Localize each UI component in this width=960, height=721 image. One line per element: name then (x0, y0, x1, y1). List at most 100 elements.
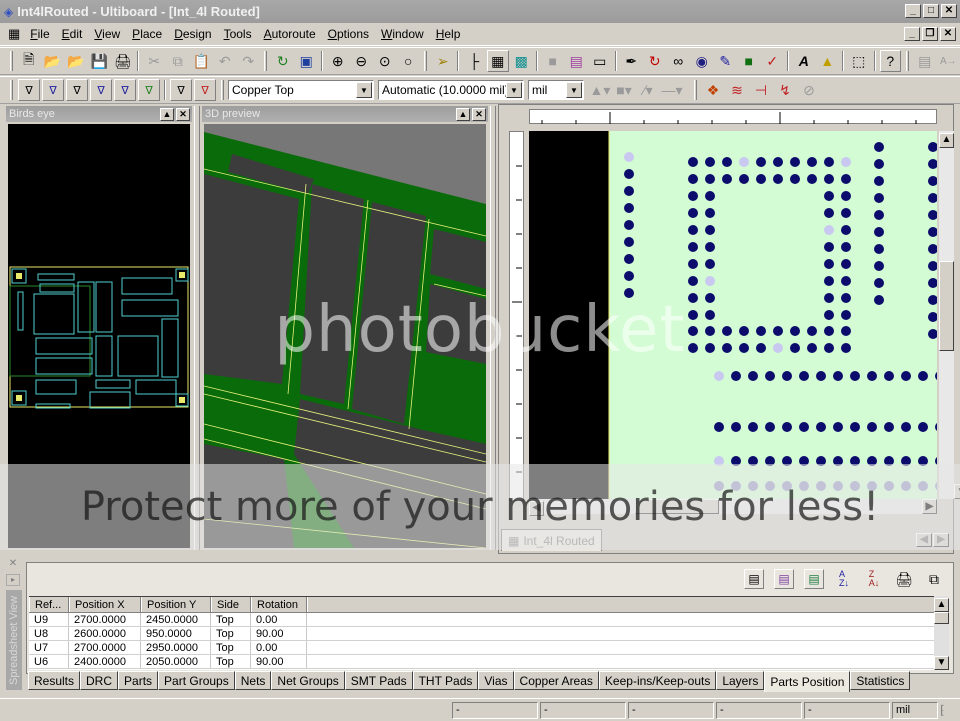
filter-traces-icon[interactable]: ∇ (42, 79, 64, 101)
scroll-down-button[interactable]: ▼ (954, 484, 960, 499)
panel-close-button[interactable]: ✕ (472, 107, 486, 121)
menu-design[interactable]: Design (168, 27, 217, 41)
copy-icon[interactable]: ⧉ (167, 50, 189, 72)
toolbar-grip[interactable] (906, 51, 910, 71)
connection-icon[interactable]: ◉ (691, 50, 713, 72)
toolbar-grip[interactable] (10, 80, 13, 100)
filter-shapes-icon[interactable]: ∇ (194, 79, 216, 101)
hierarchy-icon[interactable]: ├ (463, 50, 485, 72)
draw-line-icon[interactable]: ✒ (621, 50, 643, 72)
layer-select[interactable]: Copper Top ▼ (228, 80, 374, 100)
horizontal-scrollbar[interactable]: ◀ ▶ (529, 499, 937, 516)
print-icon[interactable]: 🖨 (112, 50, 134, 72)
align-icon[interactable]: ▤ (914, 50, 936, 72)
grid-scrollbar[interactable]: ▲ ▼ (934, 596, 949, 670)
filter-smt-icon[interactable]: ∇ (114, 79, 136, 101)
resize-grip-icon[interactable]: ⁅ (940, 703, 945, 717)
refresh-icon[interactable]: ↻ (272, 50, 294, 72)
export-csv-icon[interactable]: ▤ (774, 569, 794, 589)
document-icon[interactable]: ▦ (8, 26, 20, 42)
zoom-out-icon[interactable]: ⊖ (350, 50, 372, 72)
filter-copper-icon[interactable]: ∇ (66, 79, 88, 101)
part-wizard-icon[interactable]: ■ (542, 50, 564, 72)
table-row[interactable]: U7 2700.0000 2950.0000 Top 0.00 (29, 641, 935, 655)
toolbar-grip[interactable] (10, 51, 13, 71)
panel-dock-button[interactable]: ▲ (160, 107, 174, 121)
menu-place[interactable]: Place (126, 27, 168, 41)
copper-area-icon[interactable]: ■ (738, 50, 760, 72)
minimize-button[interactable]: _ (905, 4, 921, 18)
place-part-icon[interactable]: ▭ (589, 50, 611, 72)
menu-view[interactable]: View (88, 27, 126, 41)
component-icon[interactable]: ▩ (511, 50, 533, 72)
menu-file[interactable]: File (24, 27, 55, 41)
scrollbar-thumb[interactable] (939, 261, 954, 351)
mdi-close-button[interactable]: ✕ (940, 27, 956, 41)
table-row[interactable]: U6 2400.0000 2050.0000 Top 90.00 (29, 655, 935, 669)
ratsnest-icon[interactable]: ✓ (762, 50, 784, 72)
cut-icon[interactable]: ✂ (143, 50, 165, 72)
close-icon[interactable]: ✕ (6, 558, 20, 570)
scroll-up-button[interactable]: ▲ (934, 598, 949, 612)
scroll-left-button[interactable]: ◀ (529, 500, 544, 516)
tab-tht-pads[interactable]: THT Pads (412, 671, 479, 690)
panel-splitter[interactable] (194, 106, 200, 550)
menu-tools[interactable]: Tools (218, 27, 258, 41)
close-button[interactable]: ✕ (941, 4, 957, 18)
tab-keep-ins-keep-outs[interactable]: Keep-ins/Keep-outs (598, 671, 717, 690)
sort-desc-icon[interactable]: Z A↓ (864, 569, 884, 589)
column-header-position-y[interactable]: Position Y (141, 597, 211, 612)
group-icon[interactable]: ▲ (817, 50, 839, 72)
help-icon[interactable]: ? (879, 50, 902, 72)
menu-window[interactable]: Window (375, 27, 430, 41)
fill-pattern-icon[interactable]: ■▾ (613, 79, 635, 101)
expand-icon[interactable]: ▸ (6, 574, 20, 586)
scroll-up-button[interactable]: ▲ (939, 132, 954, 148)
zoom-full-icon[interactable]: ○ (397, 50, 419, 72)
copy-icon[interactable]: ⧉ (924, 569, 944, 589)
panel-dock-button[interactable]: ▲ (456, 107, 470, 121)
panel-close-button[interactable]: ✕ (176, 107, 190, 121)
chevron-down-icon[interactable]: ▼ (566, 82, 582, 98)
unit-select[interactable]: mil ▼ (528, 80, 584, 100)
column-header-position-x[interactable]: Position X (69, 597, 141, 612)
scrollbar-thumb[interactable] (635, 499, 719, 514)
vertical-scrollbar[interactable]: ▲ ▼ (939, 131, 960, 499)
menu-autoroute[interactable]: Autoroute (258, 27, 322, 41)
toolbar-grip[interactable] (263, 51, 267, 71)
panel-splitter[interactable] (490, 106, 496, 550)
select-box-icon[interactable]: ⬚ (848, 50, 870, 72)
menu-help[interactable]: Help (430, 27, 467, 41)
column-header-rotation[interactable]: Rotation (251, 597, 307, 612)
trace-width-select[interactable]: Automatic (10.0000 mil) ▼ (378, 80, 524, 100)
birds-eye-view[interactable] (8, 124, 190, 548)
scroll-right-button[interactable]: ▶ (922, 499, 937, 514)
disabled-icon[interactable]: ⊘ (798, 79, 820, 101)
tab-statistics[interactable]: Statistics (850, 671, 911, 690)
open-project-icon[interactable]: 📂 (65, 50, 87, 72)
mdi-restore-button[interactable]: ❐ (922, 27, 938, 41)
trace-icon[interactable]: ↻ (644, 50, 666, 72)
tab-nets[interactable]: Nets (234, 671, 272, 690)
table-row[interactable]: U9 2700.0000 2450.0000 Top 0.00 (29, 613, 935, 627)
bus-icon[interactable]: ✎ (715, 50, 737, 72)
filter-tht-icon[interactable]: ∇ (138, 79, 160, 101)
sort-asc-icon[interactable]: A Z↓ (834, 569, 854, 589)
mdi-minimize-button[interactable]: _ (904, 27, 920, 41)
document-tab[interactable]: ▦ Int_4l Routed (501, 529, 602, 551)
rename-icon[interactable]: A→ (938, 50, 960, 72)
line-width-icon[interactable]: —▾ (661, 79, 683, 101)
preview-3d-view[interactable] (204, 124, 486, 548)
grid-icon[interactable]: ▦ (486, 50, 509, 72)
tab-smt-pads[interactable]: SMT Pads (344, 671, 413, 690)
filter-attributes-icon[interactable]: ∇ (170, 79, 192, 101)
export-icon[interactable]: ▤ (744, 569, 764, 589)
undo-icon[interactable]: ↶ (214, 50, 236, 72)
filter-vias-icon[interactable]: ∇ (90, 79, 112, 101)
column-header-ref[interactable]: Ref... (29, 597, 69, 612)
tab-drc[interactable]: DRC (80, 671, 119, 690)
table-row[interactable]: U8 2600.0000 950.0000 Top 90.00 (29, 627, 935, 641)
maximize-button[interactable]: □ (923, 4, 939, 18)
tab-layers[interactable]: Layers (716, 671, 765, 690)
zoom-in-icon[interactable]: ⊕ (327, 50, 349, 72)
